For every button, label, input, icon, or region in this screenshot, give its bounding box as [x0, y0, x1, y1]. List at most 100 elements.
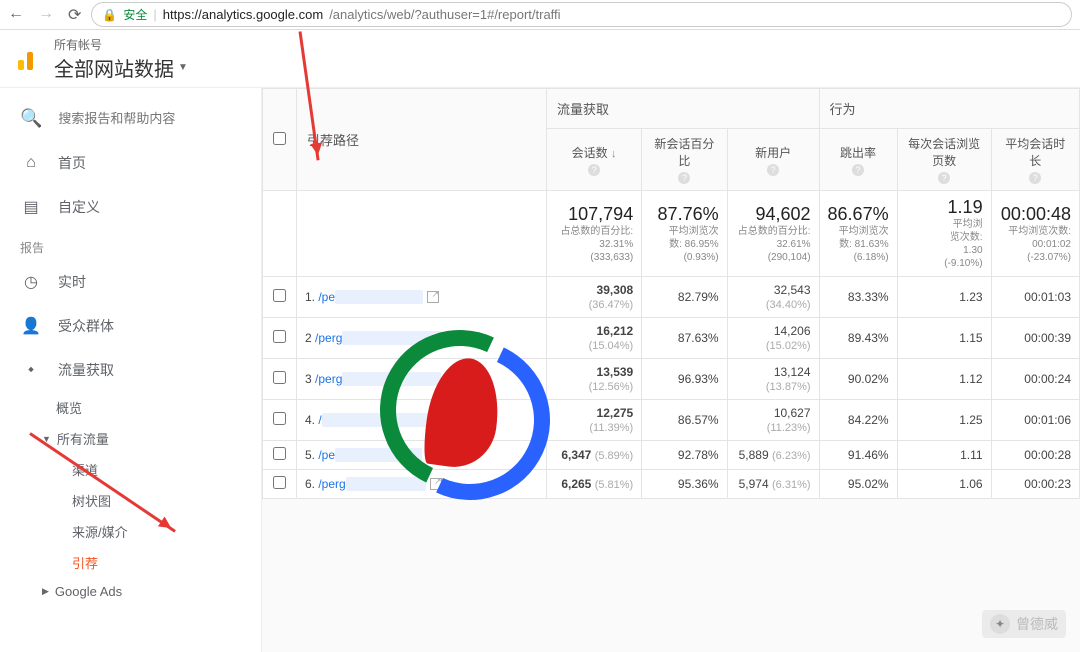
help-icon[interactable]: ?	[678, 172, 690, 184]
report-main: 引荐路径 流量获取 行为 会话数 ↓? 新会话百分比? 新用户? 跳出率? 每次…	[262, 88, 1080, 652]
cell-path[interactable]: 5. /pe	[297, 441, 547, 470]
sidebar-sub-all-traffic[interactable]: ▼所有流量	[0, 423, 261, 454]
table-row[interactable]: 2 /perg16,212 (15.04%)87.63%14,206 (15.0…	[263, 318, 1080, 359]
address-bar[interactable]: 🔒 安全 | https://analytics.google.com/anal…	[91, 2, 1072, 27]
external-link-icon[interactable]	[445, 373, 457, 385]
sidebar-item-home[interactable]: ⌂首页	[0, 141, 261, 185]
cell-duration: 00:01:03	[991, 277, 1079, 318]
row-checkbox[interactable]	[273, 447, 286, 460]
group-acquisition: 流量获取	[547, 89, 820, 129]
sidebar-sub-google-ads[interactable]: ▶Google Ads	[0, 578, 261, 605]
table-row[interactable]: 1. /pe39,308 (36.47%)82.79%32,543 (34.40…	[263, 277, 1080, 318]
row-checkbox[interactable]	[273, 412, 286, 425]
help-icon[interactable]: ?	[852, 164, 864, 176]
table-row[interactable]: 5. /pe6,347 (5.89%)92.78%5,889 (6.23%)91…	[263, 441, 1080, 470]
help-icon[interactable]: ?	[588, 164, 600, 176]
cell-new-pct: 87.63%	[642, 318, 727, 359]
cell-path[interactable]: 3 /perg	[297, 359, 547, 400]
all-accounts-label: 所有帐号	[54, 36, 188, 53]
cell-sessions: 6,265 (5.81%)	[547, 470, 642, 499]
sidebar-section-reports: 报告	[0, 229, 261, 260]
cell-path[interactable]: 2 /perg	[297, 318, 547, 359]
cell-pages: 1.06	[897, 470, 991, 499]
col-new-users[interactable]: 新用户?	[727, 129, 819, 191]
help-icon[interactable]: ?	[938, 172, 950, 184]
cell-duration: 00:01:06	[991, 400, 1079, 441]
cell-duration: 00:00:23	[991, 470, 1079, 499]
sidebar-sub-channels[interactable]: 渠道	[0, 454, 261, 485]
sidebar-sub-source-medium[interactable]: 来源/媒介	[0, 516, 261, 547]
cell-new-users: 10,627 (11.23%)	[727, 400, 819, 441]
col-new-session-pct[interactable]: 新会话百分比?	[642, 129, 727, 191]
sidebar-item-audience[interactable]: 👤受众群体	[0, 304, 261, 348]
sidebar-sub-referrals[interactable]: 引荐	[0, 547, 261, 578]
external-link-icon[interactable]	[430, 478, 442, 490]
cell-duration: 00:00:24	[991, 359, 1079, 400]
person-icon: 👤	[20, 316, 42, 336]
external-link-icon[interactable]	[427, 291, 439, 303]
sidebar-sub-treemap[interactable]: 树状图	[0, 485, 261, 516]
dashboard-icon: ▤	[20, 197, 42, 217]
help-icon[interactable]: ?	[1029, 172, 1041, 184]
summary-row: 107,794占总数的百分比:32.31% (333,633) 87.76%平均…	[263, 191, 1080, 277]
lock-icon: 🔒	[102, 8, 117, 22]
chevron-down-icon: ▼	[178, 62, 188, 73]
sidebar-item-acquisition[interactable]: ⬩流量获取	[0, 348, 261, 392]
cell-sessions: 13,539 (12.56%)	[547, 359, 642, 400]
sidebar-item-realtime[interactable]: ◷实时	[0, 260, 261, 304]
select-all-checkbox[interactable]	[273, 132, 286, 145]
table-row[interactable]: 6. /perg6,265 (5.81%)95.36%5,974 (6.31%)…	[263, 470, 1080, 499]
cell-new-pct: 95.36%	[642, 470, 727, 499]
table-row[interactable]: 4. /12,275 (11.39%)86.57%10,627 (11.23%)…	[263, 400, 1080, 441]
sidebar-search[interactable]: 🔍	[0, 96, 261, 141]
cell-bounce: 90.02%	[819, 359, 897, 400]
row-checkbox[interactable]	[273, 289, 286, 302]
property-selector[interactable]: 全部网站数据▼	[54, 53, 188, 82]
help-icon[interactable]: ?	[767, 164, 779, 176]
col-checkbox	[263, 89, 297, 191]
cell-new-pct: 82.79%	[642, 277, 727, 318]
cell-path[interactable]: 4. /	[297, 400, 547, 441]
cell-new-users: 13,124 (13.87%)	[727, 359, 819, 400]
col-bounce-rate[interactable]: 跳出率?	[819, 129, 897, 191]
col-referral-path[interactable]: 引荐路径	[297, 89, 547, 191]
cell-sessions: 16,212 (15.04%)	[547, 318, 642, 359]
search-input[interactable]	[58, 111, 218, 126]
cell-path[interactable]: 6. /perg	[297, 470, 547, 499]
browser-toolbar: ← → ⟳ 🔒 安全 | https://analytics.google.co…	[0, 0, 1080, 30]
table-row[interactable]: 3 /perg13,539 (12.56%)96.93%13,124 (13.8…	[263, 359, 1080, 400]
cell-pages: 1.25	[897, 400, 991, 441]
forward-button[interactable]: →	[38, 5, 54, 25]
cell-pages: 1.11	[897, 441, 991, 470]
cell-sessions: 39,308 (36.47%)	[547, 277, 642, 318]
chevron-right-icon: ▶	[42, 586, 49, 597]
col-pages-per-session[interactable]: 每次会话浏览页数?	[897, 129, 991, 191]
cell-bounce: 84.22%	[819, 400, 897, 441]
sidebar-item-custom[interactable]: ▤自定义	[0, 185, 261, 229]
cell-new-users: 5,889 (6.23%)	[727, 441, 819, 470]
clock-icon: ◷	[20, 272, 42, 292]
cell-pages: 1.15	[897, 318, 991, 359]
watermark: ✦ 曾德威	[982, 610, 1066, 638]
cell-pages: 1.12	[897, 359, 991, 400]
row-checkbox[interactable]	[273, 371, 286, 384]
sidebar: 🔍 ⌂首页 ▤自定义 报告 ◷实时 👤受众群体 ⬩流量获取 概览 ▼所有流量 渠…	[0, 88, 262, 652]
row-checkbox[interactable]	[273, 476, 286, 489]
external-link-icon[interactable]	[438, 414, 450, 426]
chevron-down-icon: ▼	[42, 434, 51, 444]
row-checkbox[interactable]	[273, 330, 286, 343]
reload-button[interactable]: ⟳	[68, 5, 81, 25]
cell-duration: 00:00:39	[991, 318, 1079, 359]
report-table: 引荐路径 流量获取 行为 会话数 ↓? 新会话百分比? 新用户? 跳出率? 每次…	[262, 88, 1080, 499]
wechat-icon: ✦	[990, 614, 1010, 634]
sidebar-sub-overview[interactable]: 概览	[0, 392, 261, 423]
back-button[interactable]: ←	[8, 5, 24, 25]
cell-duration: 00:00:28	[991, 441, 1079, 470]
external-link-icon[interactable]	[426, 449, 438, 461]
col-avg-duration[interactable]: 平均会话时长?	[991, 129, 1079, 191]
cell-path[interactable]: 1. /pe	[297, 277, 547, 318]
cell-new-pct: 92.78%	[642, 441, 727, 470]
col-sessions[interactable]: 会话数 ↓?	[547, 129, 642, 191]
url-path: /analytics/web/?authuser=1#/report/traff…	[329, 7, 560, 22]
external-link-icon[interactable]	[446, 332, 458, 344]
